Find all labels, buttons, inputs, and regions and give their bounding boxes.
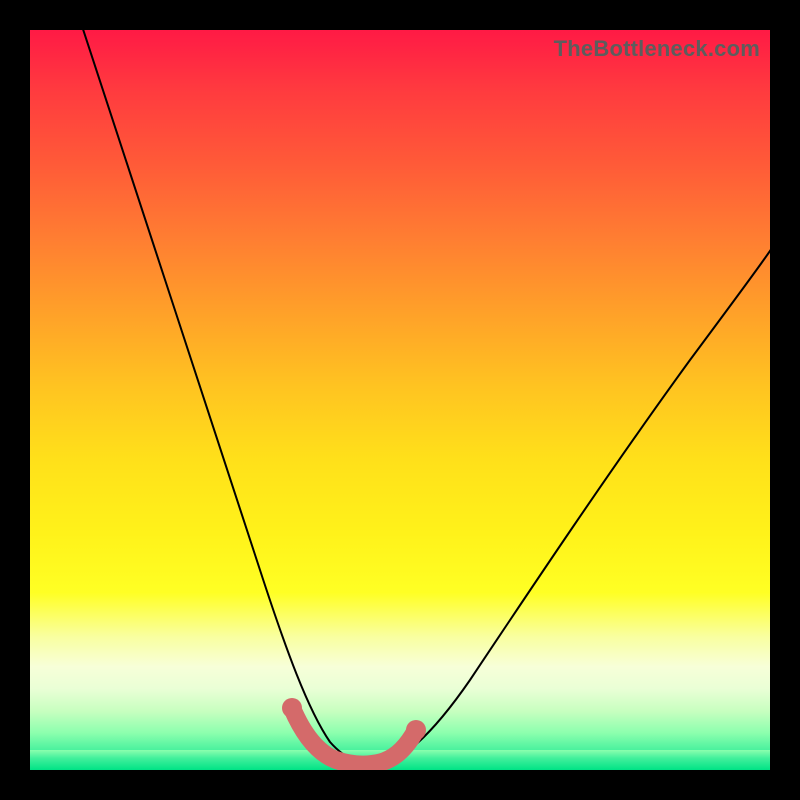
watermark-text: TheBottleneck.com bbox=[554, 36, 760, 62]
plot-area: TheBottleneck.com bbox=[30, 30, 770, 770]
optimal-range-dot-left bbox=[282, 698, 302, 718]
bottleneck-curve bbox=[80, 30, 770, 764]
optimal-range-highlight bbox=[292, 708, 416, 765]
optimal-range-dot-right bbox=[406, 720, 426, 740]
chart-frame: TheBottleneck.com bbox=[0, 0, 800, 800]
chart-svg bbox=[30, 30, 770, 770]
